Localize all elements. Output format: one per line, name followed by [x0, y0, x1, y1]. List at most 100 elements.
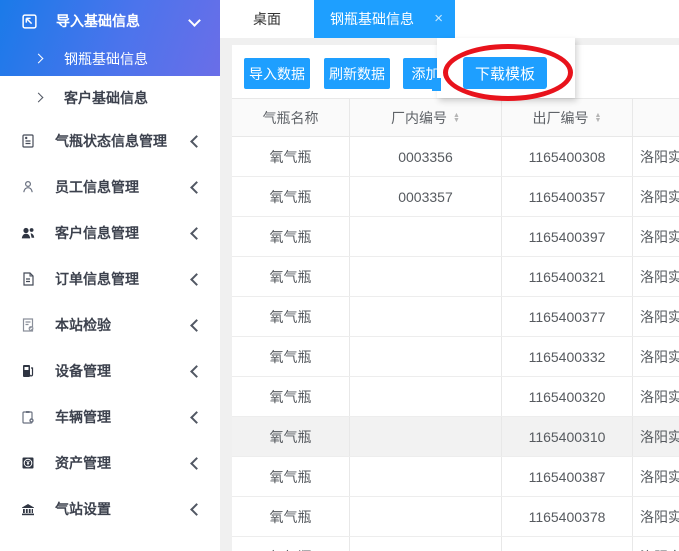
cell-cylinder-name: 氧气瓶: [232, 137, 350, 176]
cell-cylinder-name: 氧气瓶: [232, 337, 350, 376]
chevron-left-icon: [190, 181, 203, 194]
cell-factory-number: 1165400357: [502, 177, 633, 216]
chevron-left-icon: [190, 227, 203, 240]
close-icon[interactable]: ×: [434, 0, 443, 38]
sidebar-group-label: 订单信息管理: [55, 271, 139, 287]
sidebar-group-label: 气站设置: [55, 501, 111, 517]
cell-manufacturer: 洛阳实: [633, 537, 679, 551]
import-data-button[interactable]: 导入数据: [244, 58, 310, 89]
chevron-right-icon: [33, 92, 44, 103]
table-row[interactable]: 氧气瓶 0003356 1165400308 洛阳实: [232, 137, 679, 177]
column-header-internal-number[interactable]: 厂内编号 ▲ ▼: [350, 99, 502, 136]
import-icon: [21, 13, 38, 30]
cell-factory-number: 1165400332: [502, 337, 633, 376]
vehicle-icon: [20, 409, 36, 425]
sidebar-item-cylinder-status[interactable]: 气瓶状态信息管理: [0, 118, 220, 164]
table-row[interactable]: 氧气瓶 1165400387 洛阳实: [232, 457, 679, 497]
sidebar-item-employee-info[interactable]: 员工信息管理: [0, 164, 220, 210]
cell-internal-number: [350, 497, 502, 536]
cell-manufacturer: 洛阳实: [640, 348, 679, 365]
asset-icon: [20, 455, 36, 471]
table-body: 氧气瓶 0003356 1165400308 洛阳实 氧气瓶 0003357 1…: [232, 137, 679, 551]
cell-manufacturer: 洛阳实: [640, 268, 679, 285]
table-header-row: 气瓶名称 厂内编号 ▲ ▼ 出厂编号 ▲ ▼: [232, 98, 679, 137]
cell-factory-number: 1165400321: [502, 257, 633, 296]
cell-manufacturer: 洛阳实: [640, 228, 679, 245]
sidebar-item-customer-base-info[interactable]: 客户基础信息: [0, 79, 220, 117]
chevron-down-icon: [188, 14, 201, 27]
cell-internal-number: [350, 537, 502, 551]
chevron-left-icon: [190, 273, 203, 286]
cell-manufacturer: 洛阳实: [640, 428, 679, 445]
cell-internal-number: [350, 257, 502, 296]
sort-icon[interactable]: ▲ ▼: [453, 112, 460, 124]
sidebar-item-station-settings[interactable]: 气站设置: [0, 486, 220, 532]
sidebar-group-label: 员工信息管理: [55, 179, 139, 195]
sidebar-item-order-info[interactable]: 订单信息管理: [0, 256, 220, 302]
cell-factory-number: 1165400377: [502, 297, 633, 336]
table-row[interactable]: 氧气瓶 1165400310 洛阳实: [232, 417, 679, 457]
chevron-left-icon: [190, 503, 203, 516]
table-row[interactable]: 氧气瓶 1165400345 洛阳实: [232, 537, 679, 551]
cell-manufacturer: 洛阳实: [640, 188, 679, 205]
tab-label: 钢瓶基础信息: [330, 11, 414, 27]
cell-factory-number: 1165400320: [502, 377, 633, 416]
cell-factory-number: 1165400310: [502, 417, 633, 456]
sidebar-item-station-inspection[interactable]: 本站检验: [0, 302, 220, 348]
table-row[interactable]: 氧气瓶 1165400397 洛阳实: [232, 217, 679, 257]
sidebar-subitem-label: 钢瓶基础信息: [64, 51, 148, 67]
table-row[interactable]: 氧气瓶 1165400378 洛阳实: [232, 497, 679, 537]
sidebar-item-device-management[interactable]: 设备管理: [0, 348, 220, 394]
tab-cylinder-base-info[interactable]: 钢瓶基础信息 ×: [314, 0, 455, 38]
tab-bar: 桌面 钢瓶基础信息 ×: [220, 0, 679, 38]
sidebar-item-import-base-info[interactable]: 导入基础信息: [0, 0, 220, 42]
table-row[interactable]: 氧气瓶 1165400320 洛阳实: [232, 377, 679, 417]
button-fragment: [432, 78, 441, 91]
tab-desktop[interactable]: 桌面: [253, 0, 281, 38]
cell-internal-number: [350, 297, 502, 336]
sidebar-group-label: 设备管理: [55, 363, 111, 379]
cell-cylinder-name: 氧气瓶: [232, 497, 350, 536]
refresh-data-button[interactable]: 刷新数据: [324, 58, 390, 89]
sidebar-item-cylinder-base-info[interactable]: 钢瓶基础信息: [0, 42, 220, 76]
sidebar-item-asset-management[interactable]: 资产管理: [0, 440, 220, 486]
chevron-left-icon: [190, 457, 203, 470]
station-icon: [20, 501, 36, 517]
sort-icon[interactable]: ▲ ▼: [595, 112, 602, 124]
sidebar-item-customer-info[interactable]: 客户信息管理: [0, 210, 220, 256]
download-template-button[interactable]: 下载模板: [463, 57, 547, 89]
cell-cylinder-name: 氧气瓶: [232, 257, 350, 296]
cell-internal-number: 0003356: [350, 137, 502, 176]
column-header-cylinder-name: 气瓶名称: [232, 99, 350, 136]
cell-factory-number: 1165400345: [502, 537, 633, 551]
sidebar-group-label: 客户信息管理: [55, 225, 139, 241]
cell-factory-number: 1165400308: [502, 137, 633, 176]
chevron-right-icon: [33, 53, 44, 64]
chevron-left-icon: [190, 319, 203, 332]
cell-manufacturer: 洛阳实: [640, 308, 679, 325]
cell-cylinder-name: 氧气瓶: [232, 177, 350, 216]
chevron-left-icon: [190, 135, 203, 148]
cell-manufacturer: 洛阳实: [640, 148, 679, 165]
cell-manufacturer: 洛阳实: [640, 508, 679, 525]
sidebar-group-label: 资产管理: [55, 455, 111, 471]
cell-manufacturer: 洛阳实: [640, 388, 679, 405]
sidebar-subitem-label: 客户基础信息: [64, 90, 148, 106]
table-row[interactable]: 氧气瓶 1165400332 洛阳实: [232, 337, 679, 377]
cylinder-status-icon: [20, 133, 36, 149]
table-row[interactable]: 氧气瓶 0003357 1165400357 洛阳实: [232, 177, 679, 217]
device-icon: [20, 363, 36, 379]
table-row[interactable]: 氧气瓶 1165400377 洛阳实: [232, 297, 679, 337]
sidebar-item-vehicle-management[interactable]: 车辆管理: [0, 394, 220, 440]
chevron-left-icon: [190, 365, 203, 378]
table-row[interactable]: 氧气瓶 1165400321 洛阳实: [232, 257, 679, 297]
cell-internal-number: [350, 377, 502, 416]
sidebar-active-group-block: 导入基础信息 钢瓶基础信息: [0, 0, 220, 76]
cell-internal-number: [350, 457, 502, 496]
cell-factory-number: 1165400387: [502, 457, 633, 496]
column-header-factory-number[interactable]: 出厂编号 ▲ ▼: [502, 99, 633, 136]
cell-factory-number: 1165400397: [502, 217, 633, 256]
customers-icon: [20, 225, 36, 241]
cell-cylinder-name: 氧气瓶: [232, 217, 350, 256]
cell-internal-number: [350, 417, 502, 456]
